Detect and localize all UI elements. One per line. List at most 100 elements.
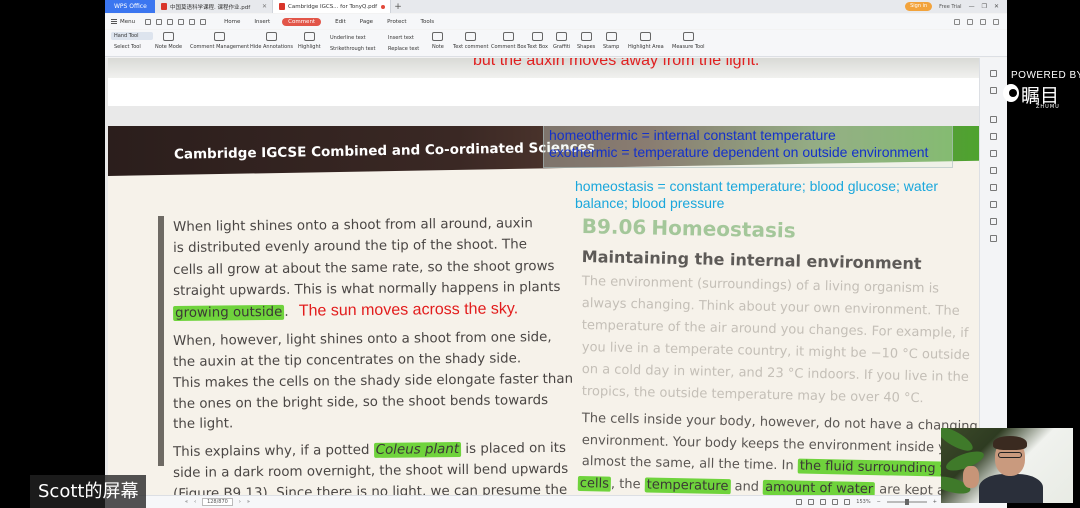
next-page-icon[interactable]: › xyxy=(239,499,241,505)
body-text: This explains why, if a potted xyxy=(173,442,374,460)
highlight-amount-of-water[interactable]: amount of water xyxy=(762,479,876,495)
left-black-margin xyxy=(0,0,105,508)
continuous-icon[interactable] xyxy=(820,499,827,505)
redo-icon[interactable] xyxy=(200,18,207,25)
unsaved-dot-icon[interactable] xyxy=(381,4,385,9)
minimize-icon[interactable]: — xyxy=(969,3,975,10)
stamp-button[interactable]: Stamp xyxy=(603,32,619,50)
text-comment-button[interactable]: Text comment xyxy=(453,32,488,50)
highlight-cells[interactable]: cells xyxy=(577,476,612,492)
period: . xyxy=(284,304,289,320)
restore-icon[interactable]: ❐ xyxy=(982,3,987,10)
subheading-text: Maintaining the internal environment xyxy=(581,247,922,274)
print-icon[interactable] xyxy=(167,18,174,25)
thumbnail-icon[interactable] xyxy=(990,70,997,77)
new-tab-plus-icon[interactable]: + xyxy=(391,2,405,12)
last-page-icon[interactable]: » xyxy=(247,499,250,505)
text-box-button[interactable]: Text Box xyxy=(527,32,548,50)
pen-icon xyxy=(556,32,568,41)
hide-annotations-button[interactable]: Hide Annotations xyxy=(250,32,293,50)
prev-page-icon[interactable]: ‹ xyxy=(194,499,196,505)
close-window-icon[interactable]: ✕ xyxy=(994,3,999,10)
hand-tool-button[interactable]: Hand Tool xyxy=(111,32,153,40)
comment-list-icon[interactable] xyxy=(990,116,997,123)
highlight-temperature[interactable]: temperature xyxy=(644,477,731,495)
zoom-icon[interactable] xyxy=(990,201,997,208)
faded-line: always changing. Think about your own en… xyxy=(581,296,960,319)
attachment-icon[interactable] xyxy=(990,184,997,191)
menu-protect[interactable]: Protect xyxy=(387,19,406,25)
note-button[interactable]: Note xyxy=(432,32,444,50)
highlight-coleus-plant[interactable]: Coleus plant xyxy=(373,441,462,458)
text-comment-icon xyxy=(465,32,477,41)
annotation-sun-note[interactable]: The sun moves across the sky. xyxy=(299,300,519,319)
fit-width-icon[interactable] xyxy=(844,499,851,505)
page-number-input[interactable]: 128/870 xyxy=(202,498,233,506)
annotation-homeostasis[interactable]: homeostasis = constant temperature; bloo… xyxy=(575,178,970,212)
play-icon[interactable] xyxy=(832,499,839,505)
insert-text-button[interactable]: Insert text xyxy=(388,33,419,44)
shapes-button[interactable]: Shapes xyxy=(577,32,595,50)
help-icon[interactable] xyxy=(990,218,997,225)
strikethrough-text-button[interactable]: Strikethrough text xyxy=(330,44,375,55)
highlight-growing-outside[interactable]: growing outside xyxy=(173,304,285,321)
measure-tool-label: Measure Tool xyxy=(672,44,705,50)
text-box-icon xyxy=(532,32,543,41)
zoom-slider[interactable] xyxy=(886,499,927,505)
comment-management-button[interactable]: Comment Management xyxy=(190,32,249,50)
layers-icon[interactable] xyxy=(990,150,997,157)
highlight-button[interactable]: Highlight xyxy=(298,32,321,50)
user-icon[interactable] xyxy=(967,18,973,25)
note-mode-icon xyxy=(163,32,175,41)
more-icon[interactable] xyxy=(990,235,997,242)
sign-in-button[interactable]: Sign in xyxy=(905,2,933,11)
highlight-area-button[interactable]: Highlight Area xyxy=(628,32,664,50)
zoom-out-icon[interactable]: − xyxy=(877,499,881,505)
menu-page[interactable]: Page xyxy=(360,19,373,25)
folder-icon[interactable] xyxy=(145,18,152,25)
zoom-in-icon[interactable]: + xyxy=(933,499,937,505)
annotation-exothermic[interactable]: exothermic = temperature dependent on ou… xyxy=(549,144,928,160)
save-icon[interactable] xyxy=(156,18,163,25)
graffiti-button[interactable]: Graffiti xyxy=(553,32,570,50)
main-menu-button[interactable]: Menu xyxy=(111,19,135,25)
share-icon[interactable] xyxy=(954,18,960,25)
properties-icon[interactable] xyxy=(990,133,997,140)
tab-document-2[interactable]: Cambridge IGCS... for TonyQ.pdf xyxy=(273,0,391,13)
measure-tool-button[interactable]: Measure Tool xyxy=(672,32,705,50)
annotation-red-text[interactable]: but the auxin moves away from the light. xyxy=(473,58,759,70)
free-trial-link[interactable]: Free Trial xyxy=(939,4,961,10)
document-viewport[interactable]: but the auxin moves away from the light.… xyxy=(105,58,979,495)
double-page-icon[interactable] xyxy=(808,499,815,505)
tab-wps-office[interactable]: WPS Office xyxy=(105,0,155,13)
print-icon[interactable] xyxy=(990,167,997,174)
menu-home[interactable]: Home xyxy=(224,19,240,25)
note-mode-button[interactable]: Note Mode xyxy=(155,32,182,50)
undo-icon[interactable] xyxy=(189,18,196,25)
zoom-level[interactable]: 153% xyxy=(856,499,870,505)
comment-box-button[interactable]: Comment Box xyxy=(491,32,526,50)
menu-comment[interactable]: Comment xyxy=(282,17,322,26)
underline-text-button[interactable]: Underline text xyxy=(330,33,375,44)
search-icon[interactable] xyxy=(980,18,986,25)
first-page-icon[interactable]: « xyxy=(185,499,188,505)
highlight-area-icon xyxy=(640,32,652,41)
faded-line: on a cold day in winter, and 23 °C indoo… xyxy=(581,362,969,386)
screen: WPS Office 中国莫语科学课程. 课程作业.pdf ✕ Cambridg… xyxy=(0,0,1080,508)
menu-tools[interactable]: Tools xyxy=(421,19,435,25)
single-page-icon[interactable] xyxy=(796,499,803,505)
text-box-label: Text Box xyxy=(527,44,548,50)
annotation-homeothermic[interactable]: homeothermic = internal constant tempera… xyxy=(549,127,836,143)
settings-icon[interactable] xyxy=(993,18,999,25)
tab-document-1[interactable]: 中国莫语科学课程. 课程作业.pdf ✕ xyxy=(155,0,273,13)
body-line: environment. Your body keeps the environ… xyxy=(581,433,963,456)
bookmark-icon[interactable] xyxy=(990,87,997,94)
close-icon[interactable]: ✕ xyxy=(262,3,267,10)
text-markup-group: Underline text Strikethrough text xyxy=(330,33,375,55)
menu-insert[interactable]: Insert xyxy=(254,19,270,25)
highlight-area-label: Highlight Area xyxy=(628,44,664,50)
replace-text-button[interactable]: Replace text xyxy=(388,44,419,55)
menu-edit[interactable]: Edit xyxy=(335,19,346,25)
select-tool-button[interactable]: Select Tool xyxy=(111,43,153,51)
export-icon[interactable] xyxy=(178,18,185,25)
